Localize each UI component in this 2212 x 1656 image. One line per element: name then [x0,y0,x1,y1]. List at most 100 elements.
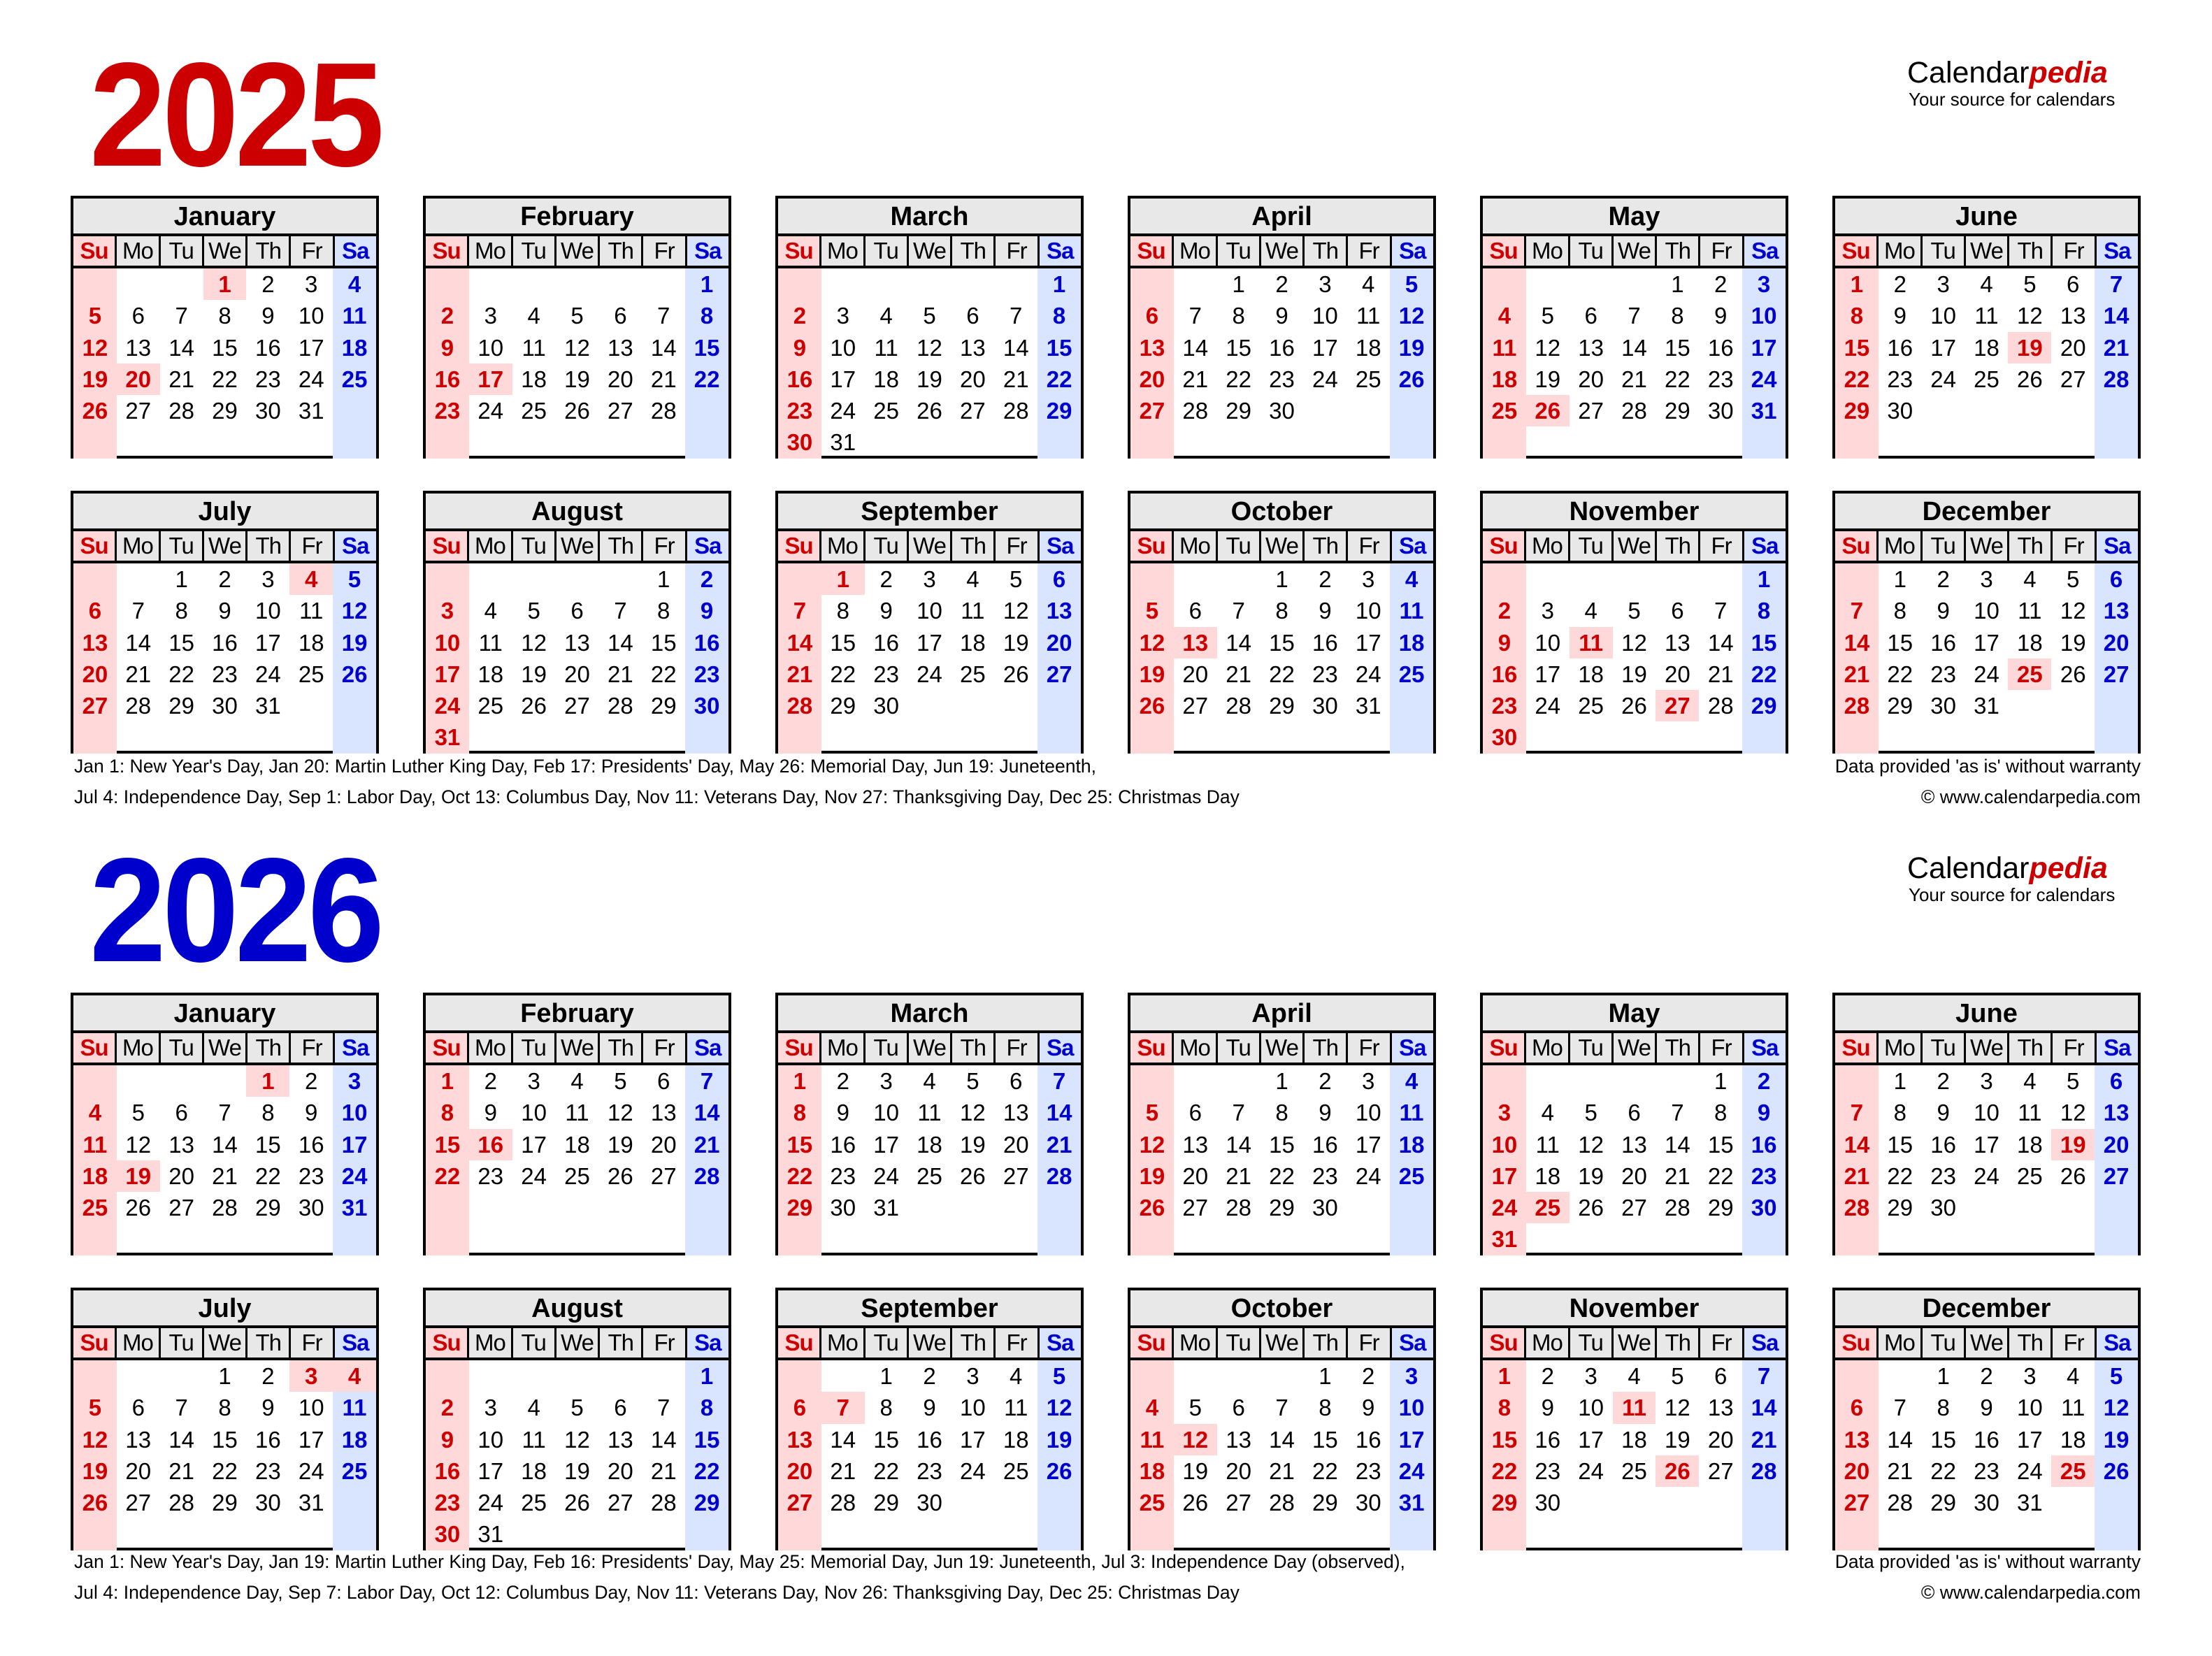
date-cell: 10 [477,1426,504,1453]
month-november: November Su Mo Tu We Th Fr Sa 1 2 3 4 5 6 7 8 9 10 11 12 13 1… [1480,491,1788,754]
date-cell: 30 [787,429,813,456]
date-cell: 8 [1937,1395,1950,1421]
weekday-label: We [554,1328,598,1358]
weekday-label: Tu [510,1033,554,1063]
empty-date-cell [512,426,556,458]
empty-date-cell [469,721,512,753]
empty-date-cell [821,268,865,300]
date-cell: 23 [255,366,281,392]
empty-date-cell [1130,426,1174,458]
date-cell: 7 [1893,1395,1906,1421]
date-cell: 12 [2103,1395,2130,1421]
weekday-label: Sa [684,1033,728,1063]
weekday-label: Mo [819,1033,863,1063]
date-cell: 16 [1535,1426,1561,1453]
date-cell: 4 [347,271,361,297]
date-cell: 2 [261,1363,275,1389]
empty-date-cell [994,690,1037,721]
date-cell: 21 [1844,661,1870,687]
date-cell: 27 [960,398,986,424]
empty-date-cell [117,1360,160,1392]
date-cell: 21 [608,661,633,687]
date-cell: 5 [2023,271,2037,297]
date-cell: 1 [218,1363,231,1389]
empty-date-cell [289,426,333,458]
empty-date-cell [512,721,556,753]
date-cell: 19 [1665,1426,1690,1453]
date-cell: 6 [1188,598,1202,624]
empty-date-cell [1483,1065,1526,1097]
date-cell: 13 [960,334,986,361]
date-cell: 29 [1312,1490,1338,1516]
holiday-date-cell: 26 [1656,1455,1700,1488]
holiday-date-cell: 1 [203,268,247,301]
empty-date-cell [598,721,642,753]
date-cell: 9 [1498,629,1511,656]
weekday-header: Su Mo Tu We Th Fr Sa [73,531,376,563]
date-cell: 19 [1578,1162,1604,1189]
date-cell: 29 [1665,398,1690,424]
date-cell: 16 [434,366,461,392]
date-cell: 23 [477,1162,504,1189]
empty-date-cell [469,426,512,458]
date-cell: 28 [125,693,152,719]
date-cell: 11 [82,1131,108,1158]
date-cell: 16 [255,1426,281,1453]
holiday-date-cell: 1 [821,563,865,596]
date-cell: 9 [923,1395,936,1421]
empty-date-cell [73,1065,117,1097]
week-row: 4 5 6 7 8 9 10 [73,1097,376,1128]
date-cell: 9 [218,598,231,624]
date-cell: 21 [1751,1426,1777,1453]
date-cell: 7 [1714,598,1728,624]
date-cell: 22 [1707,1162,1734,1189]
date-cell: 13 [1621,1131,1647,1158]
week-row: 15 16 17 18 19 20 21 [1483,1424,1786,1455]
date-cell: 12 [1578,1131,1604,1158]
date-cell: 3 [347,1068,361,1094]
date-cell: 31 [1355,693,1381,719]
date-cell: 15 [1046,334,1072,361]
empty-date-cell [2051,1518,2095,1550]
date-cell: 2 [793,303,807,329]
weekday-label: Su [1483,1328,1525,1358]
date-cell: 30 [1930,1195,1956,1221]
empty-date-cell [1217,1223,1261,1255]
date-cell: 14 [1226,1131,1251,1158]
holiday-date-cell: 25 [2051,1455,2095,1488]
week-row: 5 6 7 8 9 10 11 [73,1392,376,1423]
date-cell: 18 [82,1162,108,1189]
brand-name-main: Calendar [1907,56,2030,89]
date-cell: 8 [657,598,670,624]
date-cell: 21 [694,1131,720,1158]
weekday-label: Fr [993,236,1037,266]
week-row: 9 10 11 12 13 14 15 [1483,626,1786,658]
weekday-label: Th [598,1328,642,1358]
week-row [1835,1518,2138,1550]
week-row [1835,426,2138,458]
month-september: September Su Mo Tu We Th Fr Sa 1 2 3 4 5 6 7 8 9 10 11 12 13… [775,491,1084,754]
date-cell: 10 [873,1100,899,1126]
weekday-label: Sa [1389,236,1433,266]
date-cell: 1 [1275,566,1288,592]
empty-date-cell [289,1518,333,1550]
date-cell: 19 [521,661,547,687]
date-cell: 17 [1398,1426,1425,1453]
date-cell: 28 [1844,1195,1870,1221]
weekday-label: Th [1655,236,1699,266]
date-cell: 12 [2060,598,2086,624]
empty-date-cell [2051,395,2095,426]
date-cell: 25 [1578,693,1604,719]
week-row: 1 2 3 4 5 [1835,1360,2138,1392]
week-row: 5 6 7 8 9 10 11 [1130,1097,1433,1128]
date-cell: 8 [1052,303,1066,329]
date-cell: 19 [2060,629,2086,656]
empty-date-cell [426,1192,469,1223]
weekday-label: Mo [819,1328,863,1358]
date-cell: 6 [1628,1100,1641,1126]
month-march: March Su Mo Tu We Th Fr Sa 1 2 3 4 5 6 7 8 9 10 11 12 13 14 15… [775,196,1084,459]
date-cell: 27 [2103,661,2130,687]
date-cell: 21 [1887,1457,1913,1484]
date-cell: 10 [917,598,942,624]
date-cell: 8 [879,1395,893,1421]
